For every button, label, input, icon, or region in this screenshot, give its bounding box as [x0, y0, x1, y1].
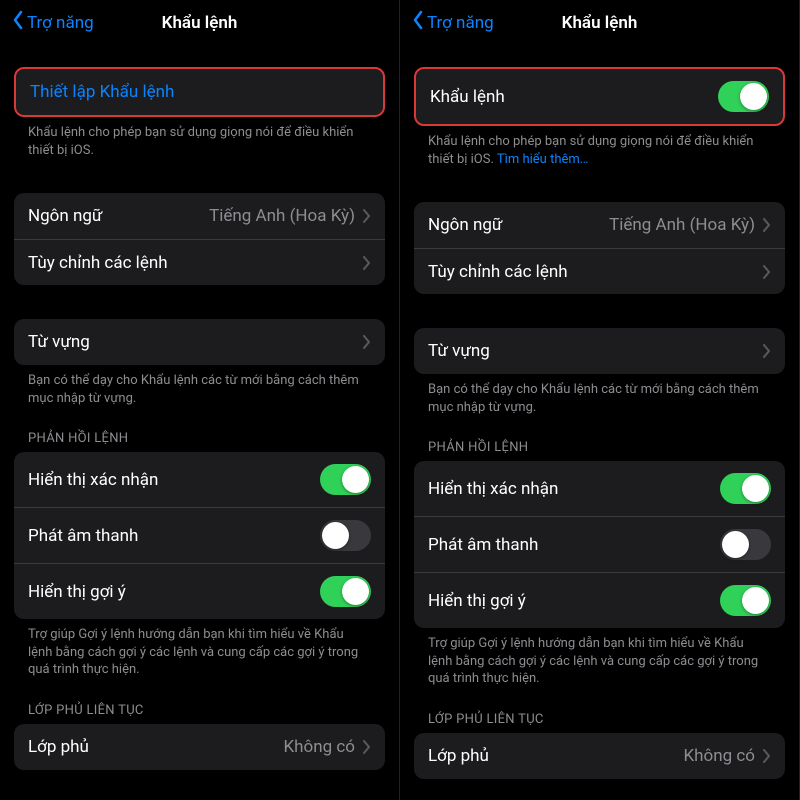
voice-control-label: Khẩu lệnh [430, 87, 718, 107]
customize-label: Tùy chỉnh các lệnh [28, 253, 363, 273]
show-confirmation-toggle[interactable] [720, 473, 771, 504]
confirm-label: Hiển thị xác nhận [428, 479, 720, 499]
sound-label: Phát âm thanh [428, 535, 720, 555]
vocab-label: Từ vựng [428, 341, 763, 361]
back-label: Trợ năng [427, 13, 494, 33]
vocab-footer: Bạn có thể dạy cho Khẩu lệnh các từ mới … [414, 374, 785, 416]
overlay-label: Lớp phủ [428, 746, 684, 766]
feedback-footer: Trợ giúp Gợi ý lệnh hướng dẫn bạn khi tì… [414, 628, 785, 688]
content: Khẩu lệnh Khẩu lệnh cho phép bạn sử dụng… [400, 49, 799, 800]
play-sound-toggle[interactable] [320, 520, 371, 551]
page-title: Khẩu lệnh [562, 13, 638, 33]
customize-label: Tùy chỉnh các lệnh [428, 262, 763, 282]
overlay-header: LỚP PHỦ LIÊN TỤC [414, 688, 785, 733]
back-button[interactable]: Trợ năng [12, 10, 94, 35]
chevron-right-icon [363, 209, 371, 223]
overlay-value: Không có [284, 737, 355, 757]
play-sound-row: Phát âm thanh [414, 516, 785, 572]
language-group: Ngôn ngữ Tiếng Anh (Hoa Kỳ) Tùy chỉnh cá… [14, 193, 385, 285]
feedback-footer: Trợ giúp Gợi ý lệnh hướng dẫn bạn khi tì… [14, 619, 385, 679]
content: Thiết lập Khẩu lệnh Khẩu lệnh cho phép b… [0, 49, 399, 800]
overlay-label: Lớp phủ [28, 737, 284, 757]
navbar: Trợ năng Khẩu lệnh [400, 0, 799, 49]
setup-group: Thiết lập Khẩu lệnh [14, 67, 385, 117]
chevron-right-icon [363, 256, 371, 270]
chevron-left-icon [412, 10, 424, 35]
overlay-row[interactable]: Lớp phủ Không có [14, 724, 385, 770]
feedback-header: PHẢN HỒI LỆNH [14, 407, 385, 452]
chevron-left-icon [12, 10, 24, 35]
voice-control-desc: Khẩu lệnh cho phép bạn sử dụng giọng nói… [428, 134, 753, 167]
language-label: Ngôn ngữ [428, 215, 609, 235]
overlay-row[interactable]: Lớp phủ Không có [414, 733, 785, 779]
show-hints-row: Hiển thị gợi ý [14, 563, 385, 619]
language-value: Tiếng Anh (Hoa Kỳ) [209, 206, 355, 226]
confirm-label: Hiển thị xác nhận [28, 470, 320, 490]
chevron-right-icon [763, 749, 771, 763]
page-title: Khẩu lệnh [162, 13, 238, 33]
feedback-header: PHẢN HỒI LỆNH [414, 416, 785, 461]
setup-voice-control-row[interactable]: Thiết lập Khẩu lệnh [16, 69, 383, 115]
show-confirmation-row: Hiển thị xác nhận [14, 452, 385, 507]
sound-label: Phát âm thanh [28, 526, 320, 546]
chevron-right-icon [763, 265, 771, 279]
vocab-label: Từ vựng [28, 332, 363, 352]
voice-control-footer: Khẩu lệnh cho phép bạn sử dụng giọng nói… [414, 126, 785, 168]
hints-label: Hiển thị gợi ý [28, 582, 320, 602]
language-row[interactable]: Ngôn ngữ Tiếng Anh (Hoa Kỳ) [414, 202, 785, 248]
language-label: Ngôn ngữ [28, 206, 209, 226]
screen-left: Trợ năng Khẩu lệnh Thiết lập Khẩu lệnh K… [0, 0, 400, 800]
language-group: Ngôn ngữ Tiếng Anh (Hoa Kỳ) Tùy chỉnh cá… [414, 202, 785, 294]
chevron-right-icon [363, 740, 371, 754]
show-hints-toggle[interactable] [320, 576, 371, 607]
language-row[interactable]: Ngôn ngữ Tiếng Anh (Hoa Kỳ) [14, 193, 385, 239]
show-confirmation-toggle[interactable] [320, 464, 371, 495]
vocab-footer: Bạn có thể dạy cho Khẩu lệnh các từ mới … [14, 365, 385, 407]
feedback-group: Hiển thị xác nhận Phát âm thanh Hiển thị… [414, 461, 785, 628]
overlay-group: Lớp phủ Không có [414, 733, 785, 779]
vocabulary-row[interactable]: Từ vựng [14, 319, 385, 365]
language-value: Tiếng Anh (Hoa Kỳ) [609, 215, 755, 235]
chevron-right-icon [763, 344, 771, 358]
overlay-value: Không có [684, 746, 755, 766]
feedback-group: Hiển thị xác nhận Phát âm thanh Hiển thị… [14, 452, 385, 619]
play-sound-toggle[interactable] [720, 529, 771, 560]
show-confirmation-row: Hiển thị xác nhận [414, 461, 785, 516]
show-hints-toggle[interactable] [720, 585, 771, 616]
vocabulary-row[interactable]: Từ vựng [414, 328, 785, 374]
chevron-right-icon [763, 218, 771, 232]
overlay-group: Lớp phủ Không có [14, 724, 385, 770]
setup-footer: Khẩu lệnh cho phép bạn sử dụng giọng nói… [14, 117, 385, 159]
learn-more-link[interactable]: Tìm hiểu thêm… [497, 152, 589, 167]
voice-control-toggle-group: Khẩu lệnh [414, 67, 785, 126]
voice-control-row: Khẩu lệnh [416, 69, 783, 124]
customize-commands-row[interactable]: Tùy chỉnh các lệnh [414, 248, 785, 294]
overlay-header: LỚP PHỦ LIÊN TỤC [14, 679, 385, 724]
play-sound-row: Phát âm thanh [14, 507, 385, 563]
back-label: Trợ năng [27, 13, 94, 33]
setup-label: Thiết lập Khẩu lệnh [30, 82, 369, 102]
show-hints-row: Hiển thị gợi ý [414, 572, 785, 628]
voice-control-toggle[interactable] [718, 81, 769, 112]
customize-commands-row[interactable]: Tùy chỉnh các lệnh [14, 239, 385, 285]
vocab-group: Từ vựng [14, 319, 385, 365]
chevron-right-icon [363, 335, 371, 349]
screen-right: Trợ năng Khẩu lệnh Khẩu lệnh Khẩu lệnh c… [400, 0, 800, 800]
hints-label: Hiển thị gợi ý [428, 591, 720, 611]
back-button[interactable]: Trợ năng [412, 10, 494, 35]
navbar: Trợ năng Khẩu lệnh [0, 0, 399, 49]
vocab-group: Từ vựng [414, 328, 785, 374]
